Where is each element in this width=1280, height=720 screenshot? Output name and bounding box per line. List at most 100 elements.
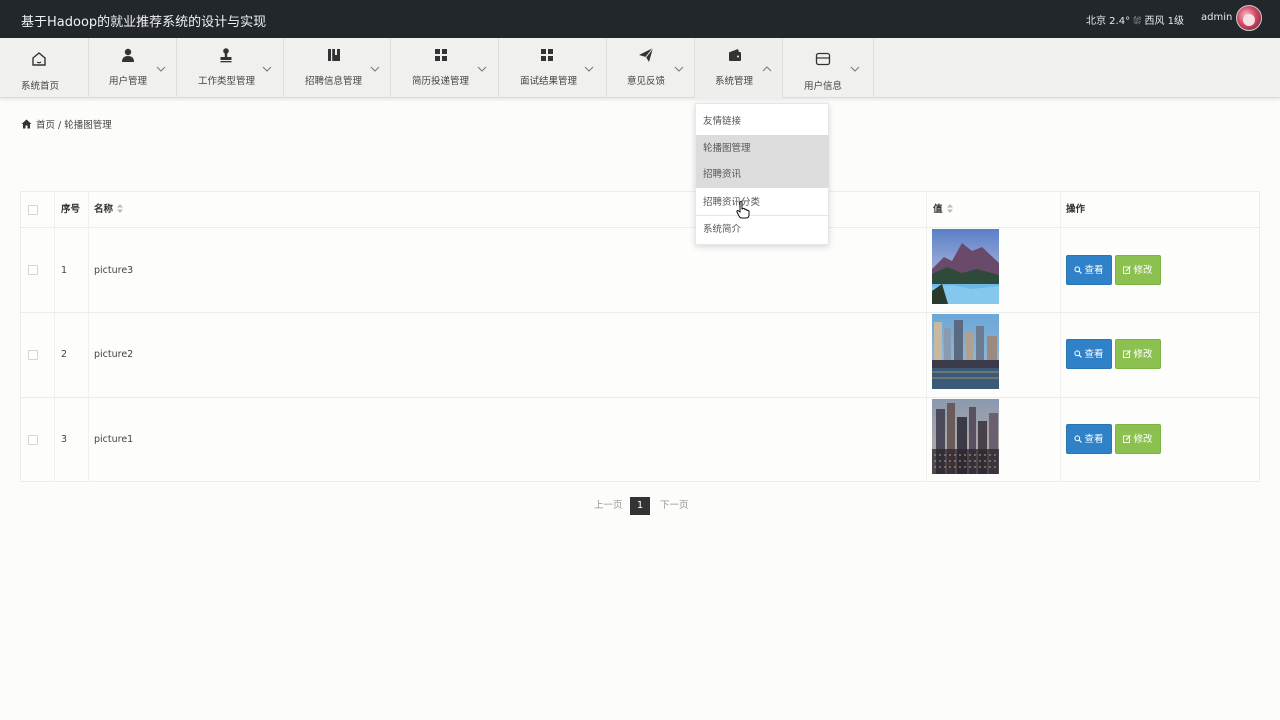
chevron-up-icon [762,66,772,72]
main-nav: 系统首页 用户管理 工作类型管理 招聘信息管理 简历投递管理 面试结果管理 意见… [0,38,1280,98]
avatar[interactable] [1236,5,1262,31]
breadcrumb-current: 轮播图管理 [64,120,112,131]
edit-button-label: 修改 [1133,434,1153,445]
grid-icon [435,49,447,61]
edit-icon [1123,266,1132,274]
nav-label-system: 系统管理 [715,76,754,87]
edit-icon [1123,435,1132,443]
nav-item-resumes[interactable]: 简历投递管理 [391,38,499,98]
system-dropdown-menu: 友情链接 轮播图管理 招聘资讯 招聘资讯分类 系统简介 [695,103,829,245]
hand-cursor-icon [736,201,750,219]
nav-item-users[interactable]: 用户管理 [89,38,177,98]
edit-button[interactable]: 修改 [1115,424,1161,454]
breadcrumb-separator: / [58,120,62,131]
card-icon [815,52,831,66]
row-checkbox[interactable] [28,350,38,360]
view-button-label: 查看 [1084,434,1104,445]
column-divider [1060,192,1061,481]
menu-item-news-category[interactable]: 招聘资讯分类 [696,189,829,216]
home-icon [21,119,32,129]
nav-item-interviews[interactable]: 面试结果管理 [499,38,607,98]
column-divider [926,192,927,481]
header-name-label: 名称 [94,204,114,215]
chevron-down-icon [584,66,594,72]
nav-label-users: 用户管理 [109,76,148,87]
header-value[interactable]: 值 [933,192,953,228]
column-divider [88,192,89,481]
nav-label-job-types: 工作类型管理 [198,76,256,87]
nav-label-interviews: 面试结果管理 [520,76,578,87]
home-icon [32,52,46,66]
weather-info: 北京 2.4° ⛆ 西风 1级 [1086,16,1184,27]
search-icon [1074,435,1083,443]
mountain-lake-image [932,229,999,304]
chevron-down-icon [156,66,166,72]
column-divider [54,192,55,481]
nav-item-job-types[interactable]: 工作类型管理 [177,38,284,98]
header-index: 序号 [61,204,81,215]
row-index: 3 [61,434,68,445]
row-index: 2 [61,349,68,360]
select-all-checkbox[interactable] [28,205,38,215]
nav-item-system[interactable]: 系统管理 [695,38,783,98]
edit-button-label: 修改 [1133,265,1153,276]
sort-icon [117,204,124,213]
nav-item-profile[interactable]: 用户信息 [783,38,874,98]
nav-label-resumes: 简历投递管理 [412,76,470,87]
row-checkbox[interactable] [28,435,38,445]
view-button[interactable]: 查看 [1066,255,1112,285]
city-waterfront-image [932,314,999,389]
row-checkbox[interactable] [28,265,38,275]
chevron-down-icon [674,66,684,72]
edit-button-label: 修改 [1133,349,1153,360]
row-divider [21,312,1259,313]
edit-button[interactable]: 修改 [1115,339,1161,369]
view-button-label: 查看 [1084,349,1104,360]
chevron-down-icon [370,66,380,72]
breadcrumb: 首页 / 轮播图管理 [21,117,112,131]
city-skyline-image [932,399,999,474]
menu-item-friend-links[interactable]: 友情链接 [696,108,829,135]
nav-label-home: 系统首页 [21,81,60,92]
edit-button[interactable]: 修改 [1115,255,1161,285]
stamp-icon [220,48,232,63]
header-name[interactable]: 名称 [94,192,124,228]
sort-icon [946,204,953,213]
breadcrumb-home[interactable]: 首页 [36,120,55,131]
search-icon [1074,350,1083,358]
view-button[interactable]: 查看 [1066,424,1112,454]
menu-item-about[interactable]: 系统简介 [696,216,829,243]
user-icon [122,48,134,62]
data-table: 序号 名称 值 操作 1 picture3 查看 修改 2 picture2 查… [20,191,1260,482]
nav-label-feedback: 意见反馈 [627,76,666,87]
current-page[interactable]: 1 [630,497,650,515]
row-index: 1 [61,265,68,276]
row-name: picture1 [94,434,134,445]
grid-icon [541,49,553,61]
view-button-label: 查看 [1084,265,1104,276]
nav-item-feedback[interactable]: 意见反馈 [607,38,695,98]
nav-item-home[interactable]: 系统首页 [0,38,89,98]
header-action: 操作 [1066,204,1086,215]
chevron-down-icon [477,66,487,72]
chevron-down-icon [850,66,860,72]
book-icon [328,49,340,61]
wallet-icon [729,49,741,61]
top-header: 基于Hadoop的就业推荐系统的设计与实现 北京 2.4° ⛆ 西风 1级 ad… [0,0,1280,38]
nav-item-job-postings[interactable]: 招聘信息管理 [284,38,391,98]
nav-label-profile: 用户信息 [804,81,843,92]
edit-icon [1123,350,1132,358]
row-name: picture3 [94,265,134,276]
header-value-label: 值 [933,204,943,215]
search-icon [1074,266,1083,274]
next-page-button[interactable]: 下一页 [660,497,689,511]
row-name: picture2 [94,349,134,360]
username[interactable]: admin [1201,12,1232,23]
app-title: 基于Hadoop的就业推荐系统的设计与实现 [21,15,267,30]
row-divider [21,397,1259,398]
prev-page-button[interactable]: 上一页 [594,497,623,511]
menu-item-news[interactable]: 招聘资讯 [696,161,829,188]
view-button[interactable]: 查看 [1066,339,1112,369]
chevron-down-icon [262,66,272,72]
menu-item-carousel[interactable]: 轮播图管理 [696,135,829,162]
